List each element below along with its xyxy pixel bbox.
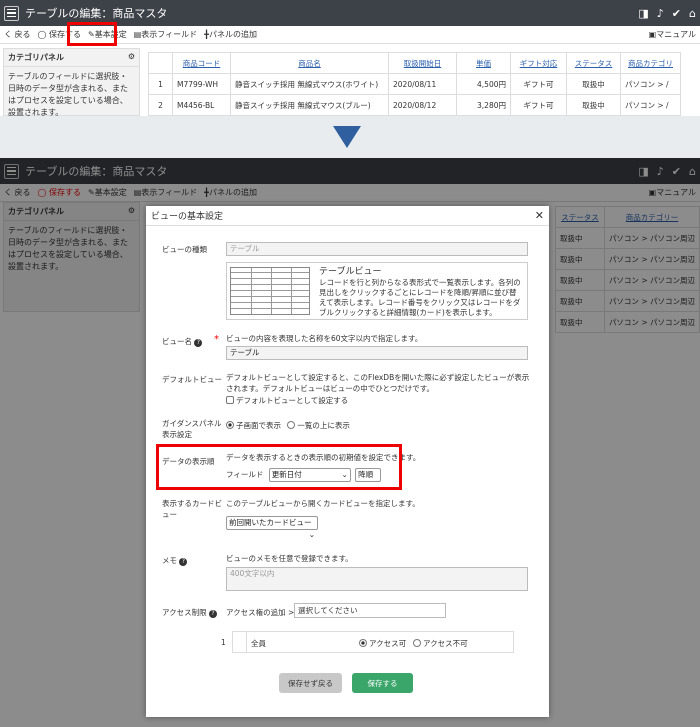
- viewname-label: ビュー名 ?: [162, 336, 203, 347]
- memo-help: ビューのメモを任意で登録できます。: [226, 554, 353, 563]
- default-checkbox[interactable]: デフォルトビューとして設定する: [226, 395, 348, 406]
- category-panel-text: テーブルのフィールドに選択肢・日時のデータ型が含まれる、またはプロセスを設定して…: [8, 72, 128, 117]
- order-direction-select[interactable]: 降順 ⌄: [355, 468, 382, 491]
- cell: 静音スイッチ採用 無線式マウス(ブルー): [230, 94, 389, 116]
- order-field-label: フィールド: [226, 470, 264, 479]
- view-settings-dialog: ビューの基本設定 ✕ ビューの種類 テーブル テーブルビュー レコードを行と列か…: [146, 206, 549, 717]
- table-row[interactable]: 1 M7799-WH 静音スイッチ採用 無線式マウス(ホワイト) 2020/08…: [148, 73, 681, 95]
- viewtype-field: テーブル: [226, 242, 528, 256]
- cell: パソコン > /: [620, 73, 681, 95]
- book-icon[interactable]: ◨: [638, 7, 648, 20]
- home-icon[interactable]: ⌂: [689, 7, 696, 20]
- app-header: テーブルの編集：商品マスタ ◨ ♪ ✔ ⌂: [0, 0, 700, 26]
- card-select[interactable]: 前回開いたカードビュー ⌄: [226, 516, 318, 539]
- viewname-help: ビューの内容を表現した名称を60文字以内で指定します。: [226, 334, 423, 343]
- check-icon[interactable]: ✔: [672, 7, 681, 20]
- basic-settings-button[interactable]: ✎基本設定: [88, 29, 127, 40]
- viewname-input[interactable]: テーブル: [226, 346, 528, 360]
- add-panel-button[interactable]: ╋パネルの追加: [204, 29, 257, 40]
- bell-icon[interactable]: ♪: [657, 7, 664, 20]
- data-table: 商品コード 商品名 取扱開始日 単価 ギフト対応 ステータス 商品カテゴリ 1 …: [148, 52, 681, 116]
- order-label: データの表示順: [162, 457, 215, 466]
- order-help: データを表示するときの表示順の初期値を設定できます。: [226, 453, 421, 462]
- cell: M4456-BL: [172, 94, 231, 116]
- required-mark: *: [214, 334, 219, 345]
- guidance-radio-child[interactable]: 子画面で表示: [226, 421, 281, 430]
- tableview-info: テーブルビュー レコードを行と列からなる表形式で一覧表示します。各列の見出しをク…: [226, 262, 528, 320]
- cell: 2020/08/11: [388, 73, 457, 95]
- col-header[interactable]: ステータス: [566, 52, 621, 74]
- default-help: デフォルトビューとして設定すると、このFlexDBを開いた際に必ず設定したビュー…: [226, 373, 530, 393]
- cell: 4,500円: [456, 73, 511, 95]
- highlight-order: [156, 444, 402, 490]
- cell: 取扱中: [566, 73, 621, 95]
- viewtype-label: ビューの種類: [162, 245, 207, 254]
- cell: ギフト可: [510, 94, 567, 116]
- guidance-radio-list[interactable]: 一覧の上に表示: [287, 421, 350, 430]
- default-label: デフォルトビュー: [162, 375, 222, 384]
- cell: 取扱中: [566, 94, 621, 116]
- col-header[interactable]: 商品カテゴリ: [620, 52, 681, 74]
- display-fields-button[interactable]: ▤表示フィールド: [134, 29, 197, 40]
- help-icon[interactable]: ?: [179, 558, 188, 566]
- tableview-title: テーブルビュー: [319, 267, 382, 277]
- col-header[interactable]: 商品コード: [172, 52, 231, 74]
- dialog-title: ビューの基本設定: [151, 212, 224, 222]
- hamburger-menu-icon[interactable]: [4, 5, 19, 21]
- card-help: このテーブルビューから開くカードビューを指定します。: [226, 499, 420, 508]
- guidance-options: 子画面で表示 一覧の上に表示: [226, 420, 350, 431]
- help-icon[interactable]: ?: [209, 610, 218, 618]
- close-icon[interactable]: ✕: [535, 209, 544, 222]
- memo-label: メモ ?: [162, 555, 188, 566]
- page-title: テーブルの編集：商品マスタ: [25, 7, 168, 20]
- col-header[interactable]: 単価: [456, 52, 511, 74]
- access-label: アクセス制限 ?: [162, 607, 218, 618]
- toolbar: く 戻る ◯ 保存する ✎基本設定 ▤表示フィールド ╋パネルの追加 ▣マニュア…: [0, 26, 700, 44]
- access-row: 1 全員 アクセス可 アクセス不可: [221, 631, 514, 653]
- category-panel-title: カテゴリパネル: [8, 53, 64, 62]
- access-row-no: 1: [221, 638, 226, 647]
- card-label: 表示するカードビュー: [162, 499, 222, 519]
- tableview-desc: レコードを行と列からなる表形式で一覧表示します。各列の見出しをクリックするごとに…: [319, 278, 521, 317]
- access-ok-radio[interactable]: アクセス可: [359, 638, 406, 649]
- back-button[interactable]: く 戻る: [4, 29, 31, 40]
- cell: 3,280円: [456, 94, 511, 116]
- row-number[interactable]: 2: [148, 94, 173, 116]
- cell: 2020/08/12: [388, 94, 457, 116]
- memo-textarea[interactable]: 400文字以内: [226, 567, 528, 591]
- table-thumbnail-icon: [230, 267, 310, 315]
- col-header[interactable]: ギフト対応: [510, 52, 567, 74]
- col-header[interactable]: 取扱開始日: [388, 52, 457, 74]
- access-ng-radio[interactable]: アクセス不可: [413, 638, 468, 649]
- manual-button[interactable]: ▣マニュアル: [649, 29, 696, 40]
- cell: ギフト可: [510, 73, 567, 95]
- save-button[interactable]: ◯ 保存する: [38, 29, 82, 40]
- cell: 静音スイッチ採用 無線式マウス(ホワイト): [230, 73, 389, 95]
- save-dialog-button[interactable]: 保存する: [352, 673, 413, 693]
- access-select[interactable]: 選択してください: [294, 603, 446, 618]
- category-panel: カテゴリパネル ⚙ テーブルのフィールドに選択肢・日時のデータ型が含まれる、または…: [3, 48, 140, 117]
- cancel-button[interactable]: 保存せず戻る: [279, 673, 342, 693]
- table-row[interactable]: 2 M4456-BL 静音スイッチ採用 無線式マウス(ブルー) 2020/08/…: [148, 94, 681, 116]
- cell: M7799-WH: [172, 73, 231, 95]
- guidance-label: ガイダンスパネル表示設定: [162, 419, 222, 439]
- help-icon[interactable]: ?: [194, 339, 203, 347]
- access-add-label: アクセス権の追加 >: [226, 608, 295, 617]
- cell: パソコン > /: [620, 94, 681, 116]
- gear-icon[interactable]: ⚙: [128, 52, 135, 63]
- down-arrow-icon: [333, 126, 361, 148]
- row-number-header: [148, 52, 173, 74]
- access-row-name: 全員: [251, 639, 266, 648]
- row-number[interactable]: 1: [148, 73, 173, 95]
- order-field-select[interactable]: 更新日付 ⌄: [268, 468, 351, 482]
- col-header[interactable]: 商品名: [230, 52, 389, 74]
- order-controls: フィールド 更新日付 ⌄ 降順 ⌄: [226, 468, 382, 491]
